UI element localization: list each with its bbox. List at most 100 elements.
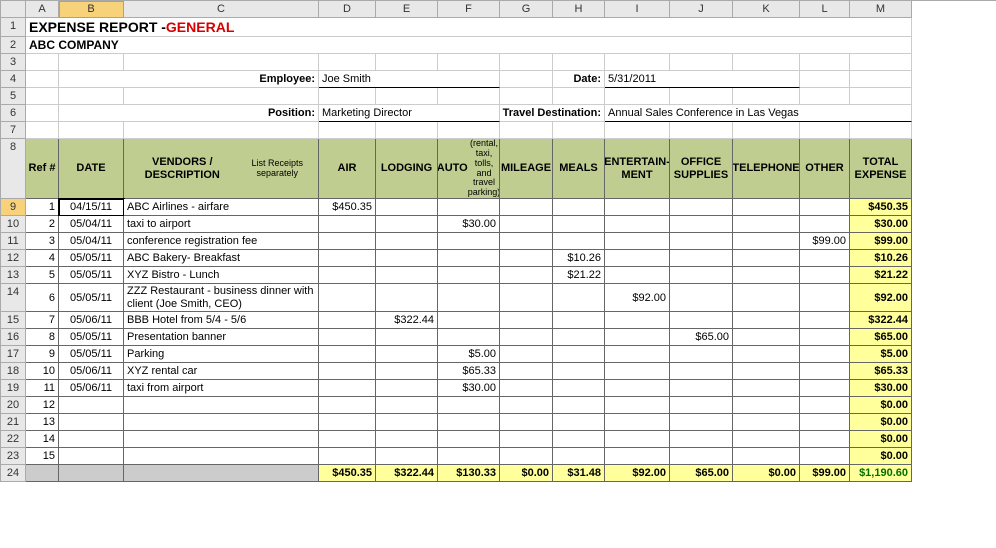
date-value[interactable]: 5/31/2011 — [605, 71, 800, 88]
cell[interactable] — [59, 88, 124, 105]
cell-other[interactable] — [800, 448, 850, 465]
cell-other[interactable] — [800, 346, 850, 363]
col-header-E[interactable]: E — [376, 1, 438, 18]
cell-entertain[interactable] — [605, 363, 670, 380]
position-value[interactable]: Marketing Director — [319, 105, 500, 122]
cell-entertain[interactable] — [605, 233, 670, 250]
cell-auto[interactable] — [438, 329, 500, 346]
row-header-13[interactable]: 13 — [1, 267, 26, 284]
cell-total[interactable]: $30.00 — [850, 216, 912, 233]
cell-office[interactable] — [670, 363, 733, 380]
cell-lodging[interactable] — [376, 199, 438, 216]
cell-vendor[interactable]: taxi to airport — [124, 216, 319, 233]
cell-telephone[interactable] — [733, 397, 800, 414]
cell-office[interactable] — [670, 216, 733, 233]
cell[interactable] — [850, 71, 912, 88]
cell[interactable] — [800, 88, 850, 105]
cell-meals[interactable] — [553, 284, 605, 312]
cell-lodging[interactable] — [376, 346, 438, 363]
cell-meals[interactable] — [553, 312, 605, 329]
cell-telephone[interactable] — [733, 267, 800, 284]
cell-meals[interactable] — [553, 431, 605, 448]
cell-mileage[interactable] — [500, 216, 553, 233]
cell-vendor[interactable]: XYZ Bistro - Lunch — [124, 267, 319, 284]
cell-meals[interactable] — [553, 397, 605, 414]
cell-telephone[interactable] — [733, 448, 800, 465]
cell-date[interactable] — [59, 397, 124, 414]
cell-ref[interactable]: 12 — [26, 397, 59, 414]
cell-telephone[interactable] — [733, 431, 800, 448]
row-header-2[interactable]: 2 — [1, 37, 26, 54]
cell[interactable] — [124, 88, 319, 105]
row-header-17[interactable]: 17 — [1, 346, 26, 363]
cell[interactable] — [733, 122, 800, 139]
cell[interactable] — [670, 122, 733, 139]
row-header-18[interactable]: 18 — [1, 363, 26, 380]
cell-auto[interactable] — [438, 448, 500, 465]
cell-office[interactable] — [670, 397, 733, 414]
cell[interactable] — [850, 122, 912, 139]
cell-other[interactable] — [800, 284, 850, 312]
cell-meals[interactable] — [553, 216, 605, 233]
cell-air[interactable] — [319, 397, 376, 414]
cell[interactable] — [670, 54, 733, 71]
col-header-F[interactable]: F — [438, 1, 500, 18]
row-header-7[interactable]: 7 — [1, 122, 26, 139]
row-header-6[interactable]: 6 — [1, 105, 26, 122]
col-header-D[interactable]: D — [319, 1, 376, 18]
cell-vendor[interactable]: ABC Bakery- Breakfast — [124, 250, 319, 267]
cell-vendor[interactable]: BBB Hotel from 5/4 - 5/6 — [124, 312, 319, 329]
cell-telephone[interactable] — [733, 216, 800, 233]
cell-auto[interactable]: $65.33 — [438, 363, 500, 380]
cell-ref[interactable]: 14 — [26, 431, 59, 448]
cell-telephone[interactable] — [733, 250, 800, 267]
cell[interactable] — [733, 88, 800, 105]
cell-meals[interactable] — [553, 363, 605, 380]
row-header-4[interactable]: 4 — [1, 71, 26, 88]
cell[interactable] — [605, 122, 670, 139]
cell-auto[interactable] — [438, 284, 500, 312]
col-header-L[interactable]: L — [800, 1, 850, 18]
cell-entertain[interactable]: $92.00 — [605, 284, 670, 312]
cell-other[interactable] — [800, 397, 850, 414]
cell-date[interactable]: 05/05/11 — [59, 250, 124, 267]
cell-air[interactable] — [319, 431, 376, 448]
cell-lodging[interactable] — [376, 363, 438, 380]
cell-ref[interactable]: 15 — [26, 448, 59, 465]
cell-date[interactable]: 05/04/11 — [59, 216, 124, 233]
cell-entertain[interactable] — [605, 267, 670, 284]
cell[interactable] — [733, 54, 800, 71]
cell-air[interactable] — [319, 284, 376, 312]
cell[interactable] — [605, 88, 670, 105]
cell-total[interactable]: $92.00 — [850, 284, 912, 312]
row-header-22[interactable]: 22 — [1, 431, 26, 448]
cell-auto[interactable] — [438, 414, 500, 431]
cell-ref[interactable]: 8 — [26, 329, 59, 346]
cell-total[interactable]: $21.22 — [850, 267, 912, 284]
cell-date[interactable]: 05/05/11 — [59, 329, 124, 346]
col-header-C[interactable]: C — [124, 1, 319, 18]
cell-ref[interactable]: 5 — [26, 267, 59, 284]
row-header-20[interactable]: 20 — [1, 397, 26, 414]
cell-air[interactable] — [319, 346, 376, 363]
cell-mileage[interactable] — [500, 431, 553, 448]
cell[interactable] — [124, 54, 319, 71]
cell-telephone[interactable] — [733, 233, 800, 250]
cell-other[interactable] — [800, 312, 850, 329]
cell-vendor[interactable]: taxi from airport — [124, 380, 319, 397]
cell-office[interactable] — [670, 312, 733, 329]
cell-other[interactable]: $99.00 — [800, 233, 850, 250]
cell-lodging[interactable] — [376, 448, 438, 465]
cell-mileage[interactable] — [500, 448, 553, 465]
cell-air[interactable] — [319, 448, 376, 465]
cell-date[interactable]: 04/15/11 — [59, 199, 124, 216]
cell-air[interactable] — [319, 363, 376, 380]
cell-date[interactable] — [59, 448, 124, 465]
cell-entertain[interactable] — [605, 216, 670, 233]
cell-lodging[interactable] — [376, 329, 438, 346]
cell[interactable] — [438, 122, 500, 139]
cell[interactable] — [553, 122, 605, 139]
cell-total[interactable]: $0.00 — [850, 431, 912, 448]
col-header-date[interactable]: DATE — [59, 139, 124, 199]
cell-other[interactable] — [800, 250, 850, 267]
